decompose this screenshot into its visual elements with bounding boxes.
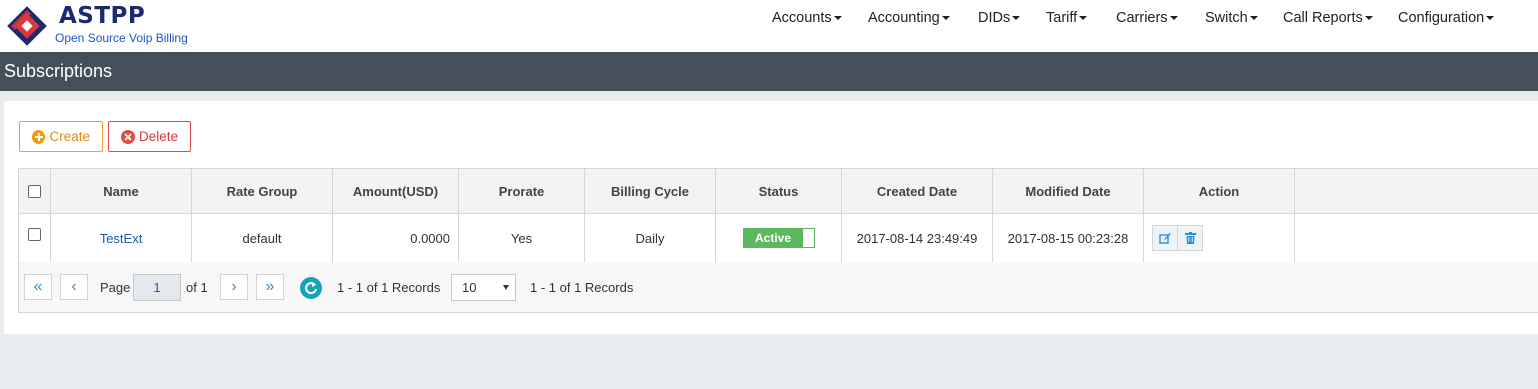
toggle-handle [802, 229, 814, 247]
records-summary: 1 - 1 of 1 Records [337, 280, 441, 295]
next-page-button[interactable]: › [220, 274, 248, 300]
cell-amount: 0.0000 [333, 214, 459, 262]
col-status[interactable]: Status [716, 169, 842, 213]
nav-label: Configuration [1398, 10, 1485, 26]
nav-accounting[interactable]: Accounting [868, 10, 950, 26]
table-header: Name Rate Group Amount(USD) Prorate Bill… [19, 169, 1295, 214]
col-created-date[interactable]: Created Date [842, 169, 993, 213]
status-toggle[interactable]: Active [742, 228, 815, 248]
cell-action [1144, 214, 1295, 262]
caret-down-icon [1364, 16, 1373, 21]
table-header-filler [1295, 169, 1538, 214]
caret-down-icon [1169, 16, 1178, 21]
next-page-icon: › [231, 278, 237, 295]
plus-circle-icon [32, 129, 46, 144]
subscription-name-link[interactable]: TestExt [100, 231, 143, 246]
nav-label: Accounts [772, 10, 832, 26]
select-all-checkbox[interactable] [28, 184, 41, 198]
nav-label: Call Reports [1283, 10, 1363, 26]
pagination-bar: « ‹ Page 1 of 1 › » 1 - 1 of 1 Records 1… [19, 262, 1538, 312]
first-page-button[interactable]: « [24, 274, 52, 300]
row-checkbox[interactable] [28, 228, 41, 241]
nav-tariff[interactable]: Tariff [1046, 10, 1088, 26]
refresh-icon [305, 282, 317, 295]
nav-label: DIDs [978, 10, 1011, 26]
nav-label: Tariff [1046, 10, 1078, 26]
prev-page-button[interactable]: ‹ [60, 274, 88, 300]
col-action: Action [1144, 169, 1295, 213]
nav-label: Accounting [868, 10, 940, 26]
cell-rate-group: default [192, 214, 333, 262]
per-page-value: 10 [462, 280, 477, 295]
caret-down-icon [1249, 16, 1258, 21]
nav-label: Switch [1205, 10, 1248, 26]
row-select-cell [19, 214, 51, 262]
cell-created-date: 2017-08-14 23:49:49 [842, 214, 993, 262]
nav-accounts[interactable]: Accounts [772, 10, 842, 26]
trash-icon [1184, 232, 1196, 244]
col-amount[interactable]: Amount(USD) [333, 169, 459, 213]
last-page-icon: » [265, 278, 275, 295]
last-page-button[interactable]: » [256, 274, 284, 300]
times-circle-icon [121, 129, 135, 144]
nav-call-reports[interactable]: Call Reports [1283, 10, 1373, 26]
nav-dids[interactable]: DIDs [978, 10, 1021, 26]
brand-logo[interactable]: ASTPP Open Source Voip Billing [3, 2, 203, 48]
dropdown-arrow-icon [503, 285, 509, 290]
table-row: TestExt default 0.0000 Yes Daily Active … [19, 214, 1295, 263]
col-prorate[interactable]: Prorate [459, 169, 585, 213]
nav-label: Carriers [1116, 10, 1168, 26]
caret-down-icon [833, 16, 842, 21]
caret-down-icon [1486, 16, 1495, 21]
select-all-cell [19, 169, 51, 213]
col-billing-cycle[interactable]: Billing Cycle [585, 169, 716, 213]
brand-title: ASTPP [59, 3, 146, 29]
top-header: ASTPP Open Source Voip Billing Accounts … [0, 0, 1538, 52]
refresh-button[interactable] [300, 277, 322, 299]
page-label: Page [100, 280, 131, 295]
edit-icon [1158, 232, 1171, 244]
cell-modified-date: 2017-08-15 00:23:28 [993, 214, 1144, 262]
caret-down-icon [1012, 16, 1021, 21]
col-modified-date[interactable]: Modified Date [993, 169, 1144, 213]
delete-label: Delete [138, 129, 178, 144]
prev-page-icon: ‹ [71, 278, 77, 295]
subscriptions-table: Name Rate Group Amount(USD) Prorate Bill… [18, 168, 1538, 313]
cell-prorate: Yes [459, 214, 585, 262]
nav-carriers[interactable]: Carriers [1116, 10, 1178, 26]
table-row-filler [1295, 214, 1538, 263]
logo-mark-icon [7, 6, 47, 46]
col-rate-group[interactable]: Rate Group [192, 169, 333, 213]
caret-down-icon [1079, 16, 1088, 21]
page-number-input[interactable]: 1 [133, 274, 181, 301]
nav-configuration[interactable]: Configuration [1398, 10, 1495, 26]
status-label: Active [743, 229, 803, 247]
page-title: Subscriptions [4, 61, 113, 81]
cell-status: Active [716, 214, 842, 262]
col-name[interactable]: Name [51, 169, 192, 213]
create-button[interactable]: Create [19, 121, 103, 152]
cell-billing-cycle: Daily [585, 214, 716, 262]
nav-switch[interactable]: Switch [1205, 10, 1258, 26]
page-title-bar: Subscriptions [0, 52, 1538, 91]
records-summary-secondary: 1 - 1 of 1 Records [530, 280, 634, 295]
create-label: Create [49, 129, 90, 144]
page-total: of 1 [186, 280, 208, 295]
first-page-icon: « [33, 278, 43, 295]
content-panel: Create Delete Name Rate Group Amount(USD… [4, 101, 1538, 334]
cell-name: TestExt [51, 214, 192, 262]
per-page-select[interactable]: 10 [451, 274, 516, 301]
delete-row-button[interactable] [1177, 225, 1203, 251]
edit-button[interactable] [1152, 225, 1178, 251]
brand-subtitle: Open Source Voip Billing [55, 31, 188, 45]
delete-button[interactable]: Delete [108, 121, 191, 152]
caret-down-icon [941, 16, 950, 21]
